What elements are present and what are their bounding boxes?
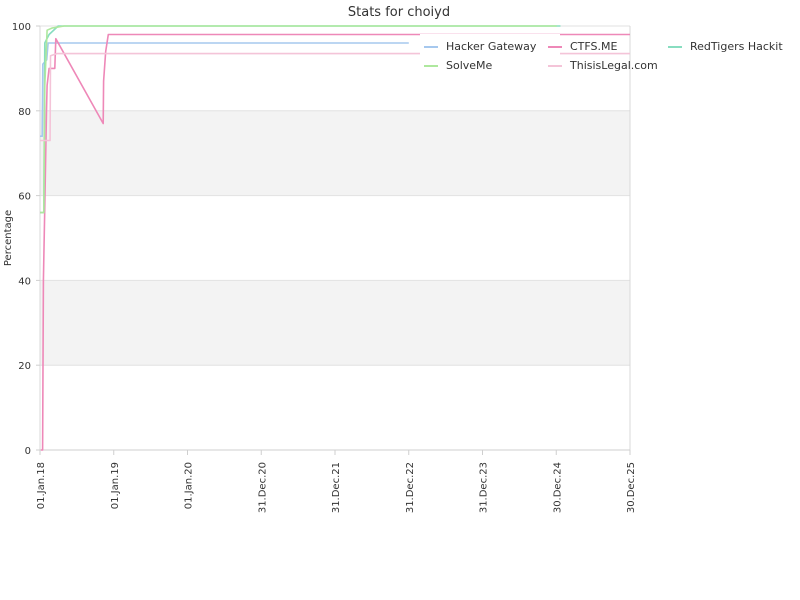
legend-label: SolveMe bbox=[446, 59, 493, 72]
x-tick-label: 01.Jan.19 bbox=[110, 462, 121, 509]
x-tick-label: 01.Jan.18 bbox=[36, 462, 47, 509]
y-tick-label: 100 bbox=[12, 22, 31, 33]
plot-grid bbox=[40, 25, 630, 451]
plot-band bbox=[40, 280, 630, 366]
plot-bands bbox=[40, 110, 630, 366]
y-tick-label: 80 bbox=[18, 107, 31, 118]
x-tick-label: 31.Dec.21 bbox=[331, 462, 342, 513]
y-tick-label: 60 bbox=[18, 192, 31, 203]
x-tick-label: 30.Dec.24 bbox=[552, 462, 563, 513]
legend-label: Hacker Gateway bbox=[446, 40, 537, 53]
legend-label: RedTigers Hackit bbox=[690, 40, 783, 53]
plot-band bbox=[40, 110, 630, 196]
series-line-ctfs-me bbox=[40, 33, 630, 451]
x-tick-label: 30.Dec.25 bbox=[626, 462, 637, 513]
legend-label: CTFS.ME bbox=[570, 40, 618, 53]
legend-label: ThisisLegal.com bbox=[569, 59, 658, 72]
plot-axes bbox=[39, 26, 631, 451]
x-axis-ticks: 01.Jan.18 01.Jan.19 01.Jan.20 31.Dec.20 31.D… bbox=[36, 450, 637, 513]
y-axis-label: Percentage bbox=[3, 210, 14, 266]
chart: Stats for choiyd 020406080100 01.Jan.18 0… bbox=[3, 5, 783, 513]
chart-title: Stats for choiyd bbox=[348, 5, 450, 20]
y-tick-label: 40 bbox=[18, 276, 31, 287]
x-tick-label: 01.Jan.20 bbox=[184, 462, 195, 509]
y-axis-ticks: 0 20 40 60 80 100 bbox=[12, 22, 40, 457]
x-tick-label: 31.Dec.20 bbox=[257, 462, 268, 513]
x-tick-label: 31.Dec.23 bbox=[479, 462, 490, 513]
y-tick-label: 0 bbox=[25, 446, 31, 457]
series-lines bbox=[40, 25, 630, 451]
y-tick-label: 20 bbox=[18, 361, 31, 372]
x-tick-label: 31.Dec.22 bbox=[405, 462, 416, 513]
